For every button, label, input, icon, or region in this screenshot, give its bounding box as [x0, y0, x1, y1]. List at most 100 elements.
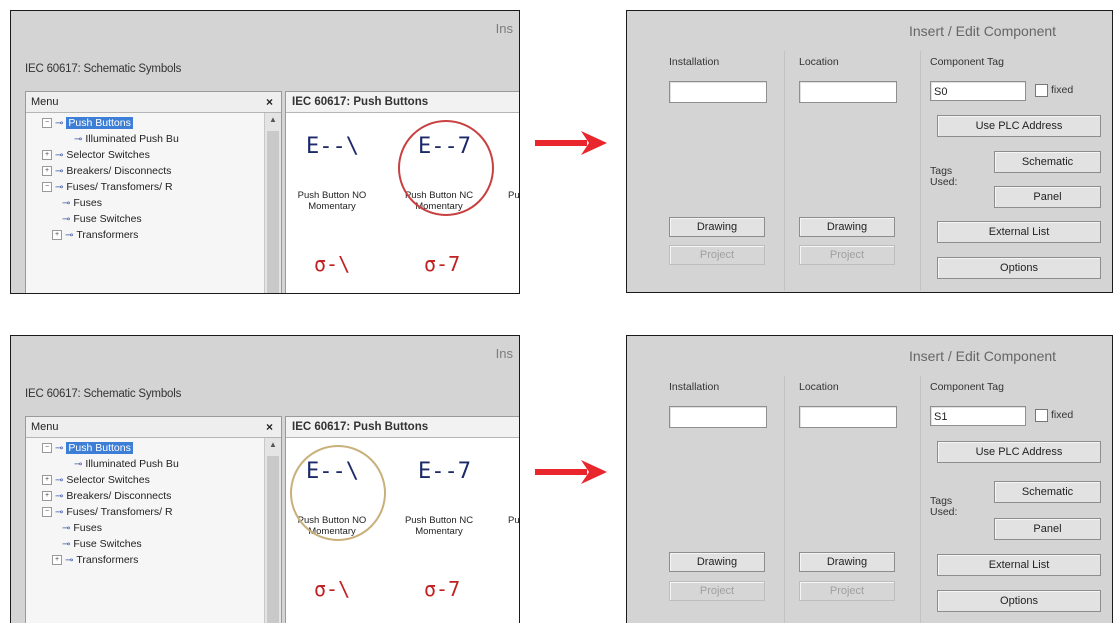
tree-item-fuses-transformers[interactable]: − ⊸ Fuses/ Transfomers/ R	[42, 181, 173, 193]
plug-icon: ⊸	[55, 166, 64, 177]
symbol-label[interactable]: Push Button NC Momentary	[396, 515, 482, 537]
fixed-checkbox[interactable]	[1035, 84, 1048, 97]
symbol-label-partial[interactable]: Pu	[508, 190, 519, 201]
tree-item-illuminated[interactable]: ⊸ Illuminated Push Bu	[74, 458, 179, 470]
symbol-row2-2[interactable]: σ-7	[424, 577, 460, 601]
tree-item-fuses[interactable]: ⊸ Fuses	[62, 522, 102, 534]
plug-icon: ⊸	[55, 507, 64, 518]
location-field[interactable]	[799, 81, 897, 103]
column-separator	[784, 376, 785, 623]
symbol-row2-2[interactable]: σ-7	[424, 252, 460, 276]
component-tag-field[interactable]: S1	[930, 406, 1026, 426]
tree-item-fuses[interactable]: ⊸ Fuses	[62, 197, 102, 209]
location-drawing-button[interactable]: Drawing	[799, 217, 895, 237]
symbol-pane: IEC 60617: Push Buttons E--\ Push Button…	[285, 416, 519, 623]
panel-button[interactable]: Panel	[994, 186, 1101, 208]
installation-project-button[interactable]: Project	[669, 581, 765, 601]
tree-item-selector-switches[interactable]: + ⊸ Selector Switches	[42, 474, 150, 486]
location-project-button[interactable]: Project	[799, 245, 895, 265]
plug-icon: ⊸	[55, 118, 64, 129]
close-icon[interactable]: ×	[266, 92, 273, 112]
tree-item-transformers[interactable]: + ⊸ Transformers	[52, 554, 138, 566]
tree-item-fuses-transformers[interactable]: − ⊸ Fuses/ Transfomers/ R	[42, 506, 173, 518]
menu-header: Menu ×	[26, 92, 281, 113]
schematic-button[interactable]: Schematic	[994, 151, 1101, 173]
window-title: Insert / Edit Component	[909, 23, 1057, 39]
plug-icon: ⊸	[55, 491, 64, 502]
tree-item-breakers[interactable]: + ⊸ Breakers/ Disconnects	[42, 490, 171, 502]
external-list-button[interactable]: External List	[937, 221, 1101, 243]
menu-scrollbar[interactable]: ▲	[264, 113, 281, 293]
fixed-label: fixed	[1051, 84, 1074, 96]
menu-tree: − ⊸ Push Buttons ⊸ Illuminated Push Bu + ⊸ Se…	[26, 113, 263, 293]
expand-icon[interactable]: +	[42, 150, 52, 161]
plug-icon: ⊸	[55, 182, 64, 193]
scroll-up-icon[interactable]: ▲	[269, 440, 277, 449]
tree-item-push-buttons[interactable]: − ⊸ Push Buttons	[42, 117, 133, 129]
plug-icon: ⊸	[74, 459, 83, 470]
plug-icon: ⊸	[74, 134, 83, 145]
scroll-up-icon[interactable]: ▲	[269, 115, 277, 124]
tree-item-push-buttons[interactable]: − ⊸ Push Buttons	[42, 442, 133, 454]
tree-item-breakers[interactable]: + ⊸ Breakers/ Disconnects	[42, 165, 171, 177]
symbol-label-partial[interactable]: Pu	[508, 515, 519, 526]
expand-icon[interactable]: +	[52, 555, 62, 566]
installation-project-button[interactable]: Project	[669, 245, 765, 265]
tree-item-fuse-switches[interactable]: ⊸ Fuse Switches	[62, 538, 142, 550]
location-drawing-button[interactable]: Drawing	[799, 552, 895, 572]
close-icon[interactable]: ×	[266, 417, 273, 437]
plug-icon: ⊸	[62, 214, 71, 225]
external-list-button[interactable]: External List	[937, 554, 1101, 576]
expand-icon[interactable]: +	[42, 491, 52, 502]
collapse-icon[interactable]: −	[42, 443, 52, 454]
fixed-checkbox[interactable]	[1035, 409, 1048, 422]
plug-icon: ⊸	[65, 230, 74, 241]
window-title-fragment: Ins	[495, 21, 513, 36]
collapse-icon[interactable]: −	[42, 507, 52, 518]
location-field[interactable]	[799, 406, 897, 428]
window-title-fragment: Ins	[495, 346, 513, 361]
tree-item-fuse-switches[interactable]: ⊸ Fuse Switches	[62, 213, 142, 225]
column-separator	[920, 51, 921, 291]
options-button[interactable]: Options	[937, 257, 1101, 279]
symbol-row2-1[interactable]: σ-\	[314, 252, 350, 276]
use-plc-address-button[interactable]: Use PLC Address	[937, 441, 1101, 463]
collapse-icon[interactable]: −	[42, 118, 52, 129]
symbol-pane-header: IEC 60617: Push Buttons	[286, 92, 519, 113]
menu-pane: Menu × − ⊸ Push Buttons ⊸ Illuminated Push …	[25, 91, 282, 293]
menu-scrollbar[interactable]: ▲	[264, 438, 281, 623]
highlight-circle	[398, 120, 494, 216]
installation-label: Installation	[669, 56, 720, 68]
tree-item-selector-switches[interactable]: + ⊸ Selector Switches	[42, 149, 150, 161]
component-tag-label: Component Tag	[930, 56, 1004, 68]
symbol-row2-1[interactable]: σ-\	[314, 577, 350, 601]
installation-label: Installation	[669, 381, 720, 393]
component-tag-field[interactable]: S0	[930, 81, 1026, 101]
dialog-title: IEC 60617: Schematic Symbols	[25, 63, 182, 75]
expand-icon[interactable]: +	[42, 475, 52, 486]
dialog-title: IEC 60617: Schematic Symbols	[25, 388, 182, 400]
scroll-thumb[interactable]	[267, 131, 279, 293]
symbol-push-button-no[interactable]: E--\	[306, 134, 359, 159]
location-label: Location	[799, 381, 839, 393]
scroll-thumb[interactable]	[267, 456, 279, 623]
use-plc-address-button[interactable]: Use PLC Address	[937, 115, 1101, 137]
fixed-label: fixed	[1051, 409, 1074, 421]
column-separator	[920, 376, 921, 623]
installation-drawing-button[interactable]: Drawing	[669, 217, 765, 237]
schematic-button[interactable]: Schematic	[994, 481, 1101, 503]
symbol-label[interactable]: Push Button NO Momentary	[286, 190, 378, 212]
symbol-push-button-nc[interactable]: E--7	[418, 459, 471, 484]
options-button[interactable]: Options	[937, 590, 1101, 612]
expand-icon[interactable]: +	[52, 230, 62, 241]
insert-edit-component-window-2: Insert / Edit Component Installation Dra…	[626, 335, 1113, 623]
installation-field[interactable]	[669, 81, 767, 103]
expand-icon[interactable]: +	[42, 166, 52, 177]
tree-item-transformers[interactable]: + ⊸ Transformers	[52, 229, 138, 241]
installation-field[interactable]	[669, 406, 767, 428]
collapse-icon[interactable]: −	[42, 182, 52, 193]
tree-item-illuminated[interactable]: ⊸ Illuminated Push Bu	[74, 133, 179, 145]
location-project-button[interactable]: Project	[799, 581, 895, 601]
panel-button[interactable]: Panel	[994, 518, 1101, 540]
installation-drawing-button[interactable]: Drawing	[669, 552, 765, 572]
